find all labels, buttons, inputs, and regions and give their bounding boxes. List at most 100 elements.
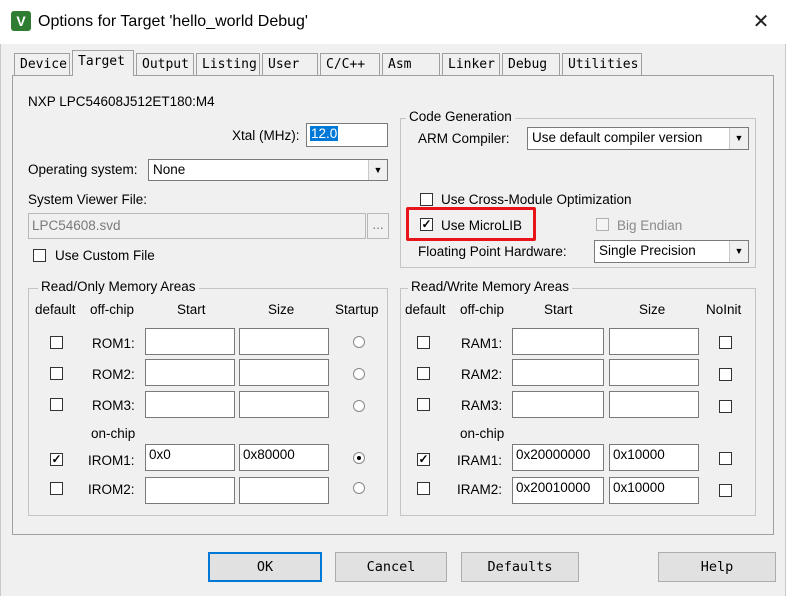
ro-onchip-label: on-chip	[91, 426, 136, 441]
rom3-start-input[interactable]	[145, 391, 235, 418]
code-generation-title: Code Generation	[406, 109, 515, 125]
irom1-startup-radio[interactable]	[353, 452, 365, 464]
arm-compiler-select[interactable]: Use default compiler version ▼	[527, 127, 749, 150]
cross-module-label: Use Cross-Module Optimization	[441, 192, 632, 207]
cross-module-checkbox[interactable]	[420, 193, 433, 206]
os-select[interactable]: None ▼	[148, 159, 388, 181]
xtal-input[interactable]: 12.0	[306, 123, 388, 147]
ram3-start-input[interactable]	[512, 391, 604, 418]
rom3-default-checkbox[interactable]	[50, 398, 63, 411]
iram2-noinit-checkbox[interactable]	[719, 484, 732, 497]
big-endian-checkbox[interactable]	[596, 218, 609, 231]
os-value: None	[153, 162, 186, 177]
ram1-start-input[interactable]	[512, 328, 604, 355]
xtal-value: 12.0	[310, 126, 339, 141]
irom1-label: IROM1:	[88, 453, 135, 468]
irom1-start-input[interactable]: 0x0	[145, 444, 235, 471]
tab-target[interactable]: Target	[72, 50, 134, 76]
rom1-size-input[interactable]	[239, 328, 329, 355]
rw-header-size: Size	[639, 302, 666, 317]
iram2-default-checkbox[interactable]	[417, 482, 430, 495]
tab-device[interactable]: Device	[14, 53, 70, 75]
ram1-noinit-checkbox[interactable]	[719, 336, 732, 349]
ro-header-start: Start	[177, 302, 206, 317]
defaults-button[interactable]: Defaults	[461, 552, 579, 582]
os-label: Operating system:	[28, 162, 138, 177]
tab-asm[interactable]: Asm	[382, 53, 440, 75]
rom2-startup-radio[interactable]	[353, 368, 365, 380]
tab-c-cpp[interactable]: C/C++	[320, 53, 380, 75]
ram2-noinit-checkbox[interactable]	[719, 368, 732, 381]
iram1-size-input[interactable]: 0x10000	[609, 444, 699, 471]
use-custom-file-checkbox[interactable]	[33, 249, 46, 262]
ram2-start-input[interactable]	[512, 359, 604, 386]
irom1-default-checkbox[interactable]: ✓	[50, 453, 63, 466]
ram3-size-input[interactable]	[609, 391, 699, 418]
help-button[interactable]: Help	[658, 552, 776, 582]
rom1-default-checkbox[interactable]	[50, 336, 63, 349]
device-name: NXP LPC54608J512ET180:M4	[28, 94, 215, 109]
rom1-start-input[interactable]	[145, 328, 235, 355]
ram1-size-input[interactable]	[609, 328, 699, 355]
irom2-default-checkbox[interactable]	[50, 482, 63, 495]
chevron-down-icon: ▼	[368, 160, 387, 180]
ram2-size-input[interactable]	[609, 359, 699, 386]
fpu-value: Single Precision	[599, 243, 696, 258]
rom3-size-input[interactable]	[239, 391, 329, 418]
sysview-label: System Viewer File:	[28, 192, 148, 207]
irom2-start-input[interactable]	[145, 477, 235, 504]
tab-linker[interactable]: Linker	[442, 53, 500, 75]
iram1-label: IRAM1:	[457, 453, 503, 468]
ram3-noinit-checkbox[interactable]	[719, 400, 732, 413]
tab-debug[interactable]: Debug	[502, 53, 560, 75]
rw-header-noinit: NoInit	[706, 302, 742, 317]
rom2-start-input[interactable]	[145, 359, 235, 386]
tab-user[interactable]: User	[262, 53, 318, 75]
iram2-start-input[interactable]: 0x20010000	[512, 477, 604, 504]
chevron-down-icon: ▼	[729, 241, 748, 262]
rw-memory-title: Read/Write Memory Areas	[408, 279, 573, 295]
sysview-input[interactable]: LPC54608.svd	[28, 213, 366, 239]
ram1-label: RAM1:	[461, 336, 503, 351]
ok-button[interactable]: OK	[208, 552, 322, 582]
iram2-size-input[interactable]: 0x10000	[609, 477, 699, 504]
ro-memory-title: Read/Only Memory Areas	[38, 279, 199, 295]
tab-output[interactable]: Output	[136, 53, 194, 75]
ro-header-startup: Startup	[335, 302, 379, 317]
rom2-label: ROM2:	[92, 367, 135, 382]
arm-compiler-value: Use default compiler version	[532, 130, 703, 145]
keil-app-icon: V	[11, 11, 31, 31]
ro-header-size: Size	[268, 302, 295, 317]
irom2-size-input[interactable]	[239, 477, 329, 504]
cancel-button[interactable]: Cancel	[335, 552, 447, 582]
window-title: Options for Target 'hello_world Debug'	[38, 13, 308, 30]
big-endian-label: Big Endian	[617, 218, 683, 233]
ram3-default-checkbox[interactable]	[417, 398, 430, 411]
tab-listing[interactable]: Listing	[196, 53, 260, 75]
fpu-select[interactable]: Single Precision ▼	[594, 240, 749, 263]
rw-header-default: default	[405, 302, 446, 317]
fpu-label: Floating Point Hardware:	[418, 244, 567, 259]
iram1-noinit-checkbox[interactable]	[719, 452, 732, 465]
rom2-default-checkbox[interactable]	[50, 367, 63, 380]
rom3-startup-radio[interactable]	[353, 400, 365, 412]
ram2-default-checkbox[interactable]	[417, 367, 430, 380]
close-icon[interactable]: ✕	[748, 9, 774, 35]
irom2-label: IROM2:	[88, 482, 135, 497]
microlib-highlight-box	[406, 207, 536, 241]
ram1-default-checkbox[interactable]	[417, 336, 430, 349]
xtal-label: Xtal (MHz):	[232, 128, 300, 143]
rom1-label: ROM1:	[92, 336, 135, 351]
chevron-down-icon: ▼	[729, 128, 748, 149]
irom1-size-input[interactable]: 0x80000	[239, 444, 329, 471]
tab-utilities[interactable]: Utilities	[562, 53, 642, 75]
irom2-startup-radio[interactable]	[353, 482, 365, 494]
rom1-startup-radio[interactable]	[353, 336, 365, 348]
iram1-default-checkbox[interactable]: ✓	[417, 453, 430, 466]
rw-header-offchip: off-chip	[460, 302, 505, 317]
rom2-size-input[interactable]	[239, 359, 329, 386]
browse-button[interactable]: ...	[367, 213, 389, 239]
use-custom-file-label: Use Custom File	[55, 248, 155, 263]
iram1-start-input[interactable]: 0x20000000	[512, 444, 604, 471]
ram3-label: RAM3:	[461, 398, 503, 413]
